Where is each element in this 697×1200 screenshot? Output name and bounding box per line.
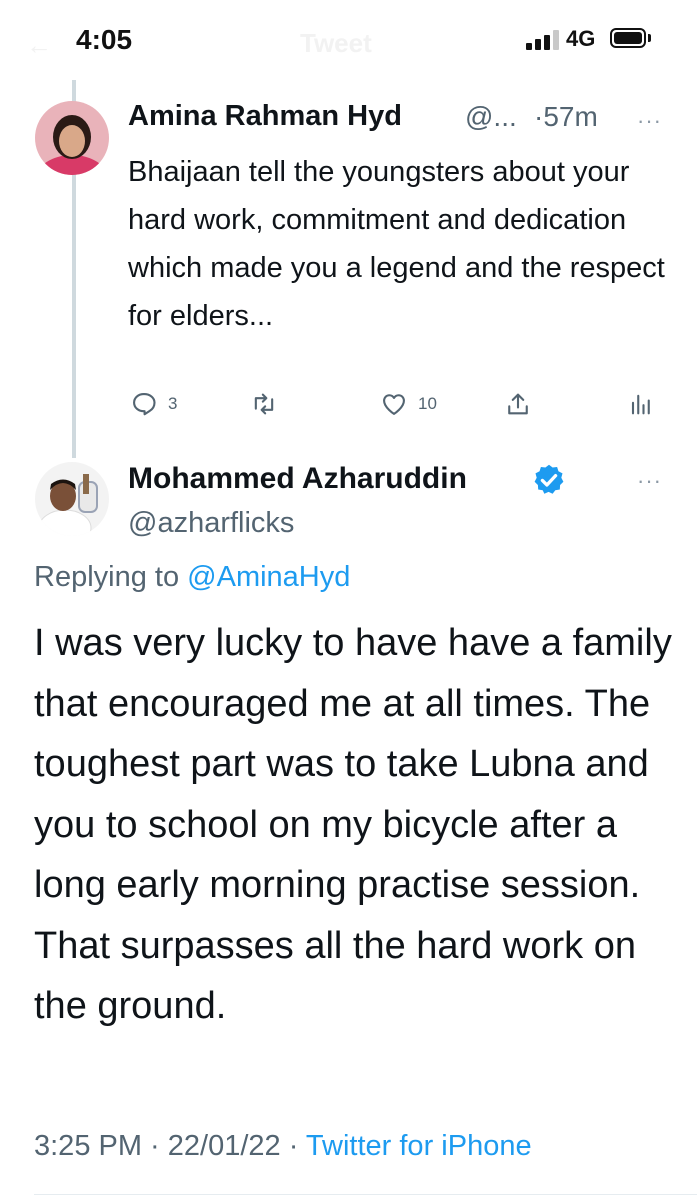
battery-icon xyxy=(610,28,646,48)
tweet-timestamp[interactable]: 3:25 PM · 22/01/22 · xyxy=(34,1130,298,1162)
like-button[interactable]: 10 xyxy=(380,390,437,418)
share-icon xyxy=(508,393,528,415)
reply-count: 3 xyxy=(168,394,178,413)
like-icon xyxy=(383,394,405,415)
cellular-signal-icon xyxy=(526,30,560,50)
analytics-button[interactable] xyxy=(626,390,654,418)
analytics-icon xyxy=(631,394,650,415)
parent-more-icon[interactable]: ··· xyxy=(637,108,662,134)
status-time: 4:05 xyxy=(76,24,133,55)
parent-action-bar: 3 10 xyxy=(128,390,668,424)
reply-tweet-text: I was very lucky to have have a family t… xyxy=(34,622,672,1027)
retweet-icon xyxy=(254,393,274,415)
parent-time-ago[interactable]: ·57m xyxy=(534,101,598,133)
replying-to-mention[interactable]: @AminaHyd xyxy=(187,561,350,593)
reply-button[interactable]: 3 xyxy=(130,390,177,418)
header-title: Tweet xyxy=(300,28,372,58)
parent-author-name[interactable]: Amina Rahman Hyd xyxy=(128,100,402,133)
verified-badge-icon xyxy=(534,464,564,494)
like-count: 10 xyxy=(418,394,437,413)
avatar-azharuddin[interactable] xyxy=(35,462,109,536)
divider xyxy=(34,1194,697,1195)
retweet-button[interactable] xyxy=(250,390,278,418)
tweet-source[interactable]: Twitter for iPhone xyxy=(306,1130,532,1162)
back-arrow-icon[interactable]: ← xyxy=(26,30,52,61)
reply-icon xyxy=(133,393,156,416)
parent-author-handle[interactable]: @... xyxy=(465,101,517,133)
reply-author-name[interactable]: Mohammed Azharuddin xyxy=(128,462,467,496)
status-bar: ← Tweet 4:05 4G xyxy=(0,0,697,80)
battery-tip xyxy=(648,34,651,42)
replying-to-line: Replying to @AminaHyd xyxy=(34,561,350,594)
share-button[interactable] xyxy=(504,390,532,418)
replying-prefix: Replying to xyxy=(34,561,180,593)
network-type: 4G xyxy=(566,26,596,51)
avatar-amina[interactable] xyxy=(35,101,109,175)
reply-more-icon[interactable]: ··· xyxy=(637,468,662,494)
tweet-meta: 3:25 PM · 22/01/22 · Twitter for iPhone xyxy=(34,1130,532,1163)
reply-author-handle[interactable]: @azharflicks xyxy=(128,507,294,540)
parent-tweet-text: Bhaijaan tell the youngsters about your … xyxy=(128,156,665,332)
